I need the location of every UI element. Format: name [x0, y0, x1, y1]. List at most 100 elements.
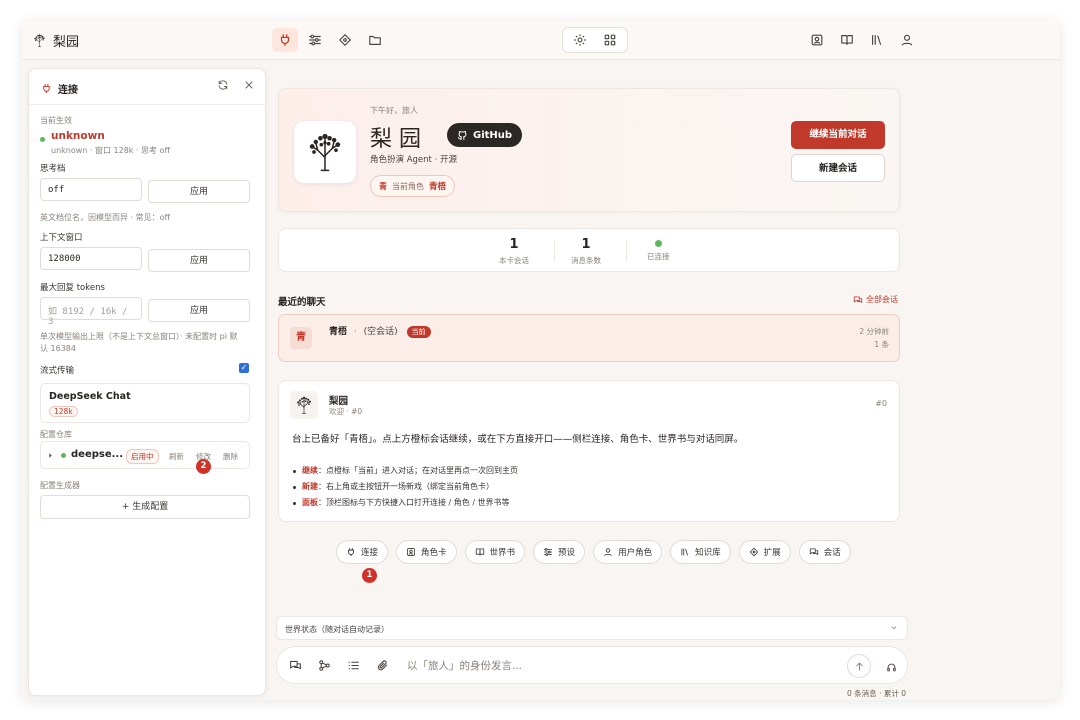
shortcut-connection[interactable]: 连接	[336, 540, 389, 564]
settings-button[interactable]	[567, 28, 593, 52]
stream-checkbox[interactable]: ✓	[239, 363, 249, 373]
think-hint: 英文档位名，因模型而异 · 常见：off	[40, 213, 171, 222]
library-icon	[870, 33, 884, 47]
chat-title-row: 青梧 · (空会话) 当前	[329, 324, 431, 338]
knowledge-base-button[interactable]	[864, 28, 890, 52]
chat-separator: ·	[353, 327, 357, 337]
tip-text: ：右上角或主按钮开一场新戏（绑定当前角色卡）	[318, 482, 494, 491]
plug-icon	[278, 33, 292, 47]
max-tokens-label: 最大回复 tokens	[40, 283, 105, 293]
tip-key: 新建	[302, 482, 318, 491]
shortcut-worldbook[interactable]: 世界书	[464, 540, 526, 564]
refresh-icon[interactable]	[217, 79, 229, 91]
generate-config-button[interactable]: + 生成配置	[40, 495, 250, 519]
shortcut-preset[interactable]: 预设	[533, 540, 586, 564]
shortcut-user-persona[interactable]: 用户角色	[593, 540, 663, 564]
hero-card: 下午好，旅人 梨 园 GitHub 角色扮演 Agent · 开源 青 当前角色…	[278, 88, 900, 212]
step-marker-1: 1	[362, 568, 377, 583]
all-sessions-label: 全部会话	[866, 295, 898, 304]
role-label: 当前角色	[392, 181, 424, 191]
max-tokens-input[interactable]: 如 8192 / 16k / 3	[40, 297, 142, 327]
chat-icon[interactable]	[289, 659, 302, 672]
max-tokens-apply-button[interactable]: 应用	[148, 299, 250, 322]
bullet-dot	[293, 485, 296, 489]
connected-dot	[654, 240, 662, 247]
chat-icon	[809, 547, 819, 557]
current-model: unknown	[51, 129, 105, 142]
current-meta: unknown · 窗口 128k · 思考 off	[51, 146, 171, 155]
repo-row[interactable]: deepse... 启用中 刷新 修改 删除	[40, 441, 250, 469]
sliders-icon	[308, 33, 322, 47]
world-state-bar[interactable]: 世界状态（随对话自动记录）	[276, 616, 908, 640]
voice-button[interactable]	[886, 658, 897, 677]
model-card[interactable]: DeepSeek Chat 128k	[40, 383, 250, 423]
close-icon[interactable]	[243, 79, 255, 91]
message-author: 梨园	[329, 396, 349, 407]
tip-item: 面板：顶栏图标与下方快捷入口打开连接 / 角色 / 世界书等	[293, 495, 518, 511]
panel-title-wrap: 连接	[41, 81, 78, 96]
current-role-pill[interactable]: 青 当前角色 青梧	[370, 175, 456, 197]
continue-chat-button[interactable]: 继续当前对话	[791, 121, 885, 149]
github-button[interactable]: GitHub	[447, 123, 523, 147]
paperclip-icon[interactable]	[376, 659, 389, 672]
tip-text: ：顶栏图标与下方快捷入口打开连接 / 角色 / 世界书等	[318, 498, 510, 507]
shortcut-label: 连接	[361, 548, 379, 558]
grid-icon	[603, 33, 617, 47]
think-label: 思考档	[40, 164, 66, 174]
shortcut-extensions[interactable]: 扩展	[738, 540, 791, 564]
user-persona-button[interactable]	[894, 28, 920, 52]
tip-item: 新建：右上角或主按钮开一场新戏（绑定当前角色卡）	[293, 479, 518, 495]
think-apply-button[interactable]: 应用	[148, 180, 250, 203]
max-tokens-hint-2: 认 16384	[40, 344, 76, 353]
connection-tab-button[interactable]	[272, 28, 298, 52]
connection-panel: 连接 当前生效 unknown unknown · 窗口 128k · 思考 o…	[28, 68, 266, 696]
tip-key: 面板	[302, 498, 318, 507]
shortcut-label: 角色卡	[421, 548, 447, 558]
folder-tab-button[interactable]	[362, 28, 388, 52]
chat-character-name: 青梧	[329, 327, 348, 337]
branch-icon[interactable]	[318, 659, 331, 672]
stat-connection: 已连接	[647, 237, 670, 262]
stats-bar: 1 本卡会话 1 消息条数 已连接	[278, 228, 900, 272]
recent-title: 最近的聊天	[278, 297, 326, 308]
plug-icon	[41, 83, 52, 94]
app-brand[interactable]: 梨园	[32, 31, 79, 50]
extension-tab-button[interactable]	[332, 28, 358, 52]
context-input[interactable]: 128000	[40, 247, 142, 270]
repo-active-badge: 启用中	[126, 449, 159, 464]
chat-meta: 2 分钟前 1 条	[859, 325, 889, 351]
stat-messages-value: 1	[581, 237, 591, 252]
panel-title: 连接	[58, 85, 78, 96]
recent-chat-item[interactable]: 青 青梧 · (空会话) 当前 2 分钟前 1 条	[278, 314, 900, 362]
book-icon	[475, 547, 485, 557]
send-button[interactable]	[847, 654, 871, 678]
repo-refresh-link[interactable]: 刷新	[169, 451, 184, 462]
expand-arrow-icon[interactable]	[46, 451, 55, 460]
top-bar: 梨园	[22, 20, 1060, 60]
new-chat-button[interactable]: 新建会话	[791, 154, 885, 182]
current-model-row: unknown	[40, 129, 105, 142]
greeting: 下午好，旅人	[370, 106, 418, 115]
model-name: DeepSeek Chat	[49, 391, 131, 402]
current-badge: 当前	[406, 326, 431, 338]
shortcut-sessions[interactable]: 会话	[798, 540, 851, 564]
role-avatar: 青	[379, 181, 387, 191]
shortcut-knowledge-base[interactable]: 知识库	[670, 540, 731, 564]
think-input[interactable]: off	[40, 178, 142, 201]
puzzle-icon	[338, 33, 352, 47]
context-apply-button[interactable]: 应用	[148, 249, 250, 272]
preset-tab-button[interactable]	[302, 28, 328, 52]
tips-list: 继续：点橙标「当前」进入对话；在对话里再点一次回到主页 新建：右上角或主按钮开一…	[293, 463, 518, 511]
message-text: 台上已备好「青梧」。点上方橙标会话继续，或在下方直接开口——侧栏连接、角色卡、世…	[292, 434, 744, 445]
character-card-button[interactable]	[804, 28, 830, 52]
bullet-dot	[293, 469, 296, 473]
list-icon[interactable]	[347, 659, 360, 672]
user-icon	[900, 33, 914, 47]
all-sessions-link[interactable]: 全部会话	[853, 294, 898, 305]
chevron-down-icon[interactable]	[889, 623, 899, 633]
apps-button[interactable]	[597, 28, 623, 52]
message-input[interactable]: 以「旅人」的身份发言...	[407, 658, 827, 673]
repo-delete-link[interactable]: 删除	[223, 451, 238, 462]
shortcut-character-card[interactable]: 角色卡	[396, 540, 457, 564]
worldbook-button[interactable]	[834, 28, 860, 52]
